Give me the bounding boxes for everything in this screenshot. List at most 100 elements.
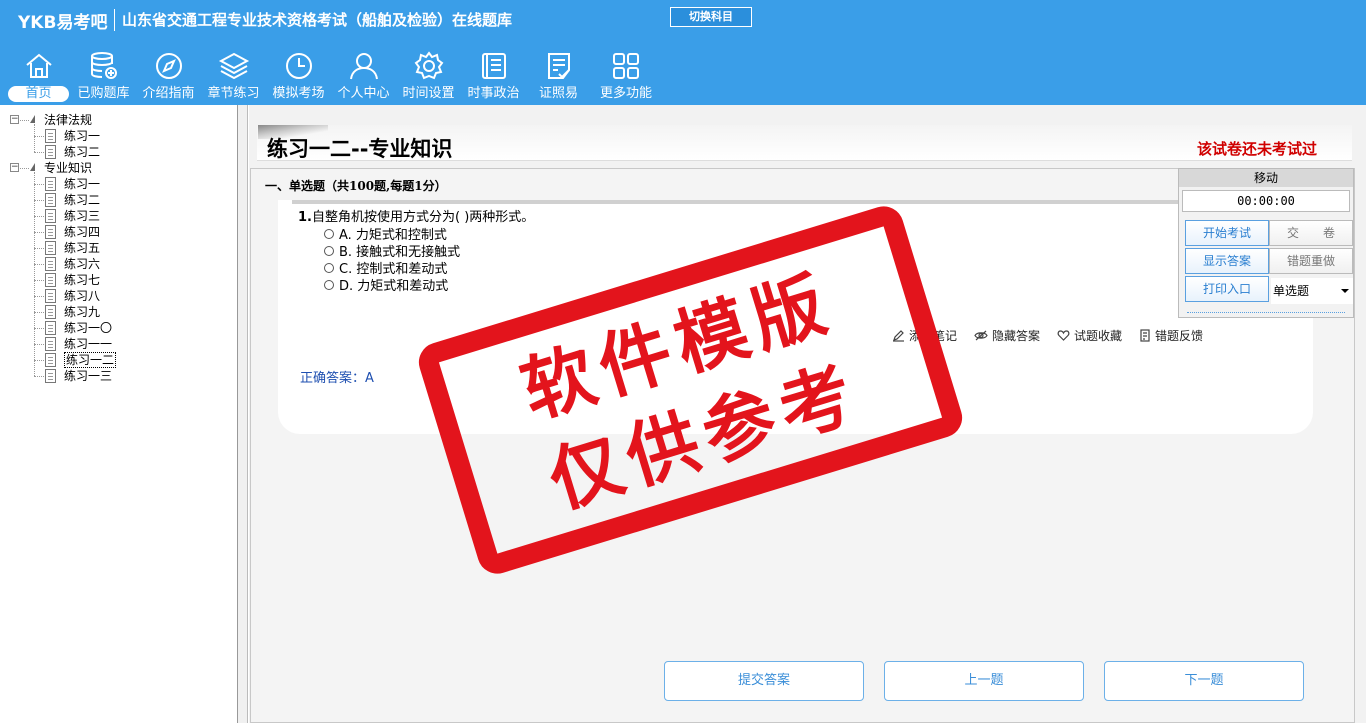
tree-item[interactable]: 练习一三 [8, 360, 116, 384]
tree-item-label: 练习六 [64, 257, 101, 271]
document-icon [45, 193, 56, 207]
hide-answer-button[interactable]: 隐藏答案 [974, 327, 1040, 344]
tree-splitter[interactable] [238, 105, 248, 723]
tree-group[interactable]: − 专业知识 [8, 160, 116, 176]
panel-move-handle[interactable]: 移动 [1179, 169, 1353, 187]
radio-button[interactable] [324, 245, 334, 256]
tree-item[interactable]: 练习七 [8, 264, 116, 288]
correct-answer: 正确答案：A [300, 367, 374, 386]
user-icon [349, 53, 378, 80]
radio-button[interactable] [324, 228, 334, 239]
tree-group-label: 法律法规 [44, 113, 93, 127]
nav-label: 个人中心 [337, 86, 390, 101]
switch-subject-button[interactable]: 切换科目 [670, 7, 752, 27]
tree-item[interactable]: 练习五 [8, 232, 116, 256]
document-icon [45, 353, 56, 367]
grid-icon [613, 53, 639, 79]
nav-label: 模拟考场 [272, 86, 325, 101]
tree-item[interactable]: 练习八 [8, 280, 116, 304]
chapter-tree: − 法律法规 练习一 练习二 − 专业知识 练习一 练习二 练习三 练习四 练习五 练习六 练习七 练习八… [8, 112, 117, 384]
tree-item-label: 练习一 [64, 129, 101, 143]
tree-item[interactable]: 练习二 [8, 184, 116, 208]
hide-answer-label: 隐藏答案 [992, 329, 1041, 343]
collapse-toggle-icon[interactable]: − [10, 163, 19, 172]
feedback-icon [1140, 329, 1150, 342]
tree-item-label: 练习一一 [64, 337, 113, 351]
tree-item[interactable]: 练习一一 [8, 328, 116, 352]
nav-chapter-practice[interactable]: 章节练习 [201, 46, 266, 104]
heart-icon [1057, 330, 1070, 341]
tree-item[interactable]: 练习二 [8, 136, 116, 160]
tree-item[interactable]: 练习一〇 [8, 312, 116, 336]
favorite-question-button[interactable]: 试题收藏 [1057, 327, 1122, 344]
radio-button[interactable] [324, 279, 334, 290]
checklist-icon [547, 53, 570, 79]
nav-certificate[interactable]: 证照易 [526, 46, 591, 104]
document-icon [45, 289, 56, 303]
start-exam-button[interactable]: 开始考试 [1185, 220, 1269, 246]
nav-label: 时间设置 [402, 86, 455, 101]
question-stem: 自整角机按使用方式分为( )两种形式。 [311, 210, 535, 225]
tree-group-label: 专业知识 [44, 161, 93, 175]
question-actions: 添加笔记 隐藏答案 试题收藏 错题反馈 [892, 327, 1220, 344]
tree-item[interactable]: 练习九 [8, 296, 116, 320]
question-card-topbar [292, 200, 1182, 204]
nav-current-affairs[interactable]: 时事政治 [461, 46, 526, 104]
print-entry-button[interactable]: 打印入口 [1185, 276, 1269, 302]
nav-purchased-banks[interactable]: 已购题库 [71, 46, 136, 104]
tree-item[interactable]: 练习六 [8, 248, 116, 272]
clock-icon [285, 53, 312, 79]
nav-personal-center[interactable]: 个人中心 [331, 46, 396, 104]
submit-paper-button[interactable]: 交 卷 [1269, 220, 1353, 246]
tree-item[interactable]: 练习四 [8, 216, 116, 240]
tree-item[interactable]: 练习一二 [8, 344, 117, 368]
tree-group[interactable]: − 法律法规 [8, 112, 116, 128]
tree-item-label: 练习五 [64, 241, 101, 255]
question-text: 1.自整角机按使用方式分为( )两种形式。 [298, 206, 534, 225]
redo-wrong-button[interactable]: 错题重做 [1269, 248, 1353, 274]
tree-item-label: 练习二 [64, 193, 101, 207]
nav-label: 章节练习 [207, 86, 260, 101]
tree-item-label: 练习一 [64, 177, 101, 191]
app-logo: YKB易考吧 [18, 13, 108, 33]
collapse-toggle-icon[interactable]: − [10, 115, 19, 124]
document-icon [45, 225, 56, 239]
correct-answer-value: A [365, 371, 374, 386]
option-d[interactable]: D. 力矩式和差动式 [324, 275, 448, 294]
nav-label: 时事政治 [467, 86, 520, 101]
document-icon [45, 209, 56, 223]
database-icon [90, 52, 117, 79]
nav-home[interactable]: 首页 [6, 46, 71, 104]
panel-scrollbar[interactable] [1187, 312, 1345, 313]
radio-button[interactable] [324, 262, 334, 273]
submit-answer-button[interactable]: 提交答案 [664, 661, 864, 701]
nav-mock-exam[interactable]: 模拟考场 [266, 46, 331, 104]
show-answer-button[interactable]: 显示答案 [1185, 248, 1269, 274]
document-icon [45, 305, 56, 319]
tree-item-label: 练习九 [64, 305, 101, 319]
error-feedback-button[interactable]: 错题反馈 [1139, 327, 1203, 344]
tree-item-label: 练习八 [64, 289, 101, 303]
tree-item[interactable]: 练习一 [8, 124, 116, 144]
document-icon [45, 241, 56, 255]
next-question-button[interactable]: 下一题 [1104, 661, 1304, 701]
nav-label: 介绍指南 [142, 86, 195, 101]
nav-guide[interactable]: 介绍指南 [136, 46, 201, 104]
nav-label: 证照易 [538, 86, 578, 101]
folder-triangle-icon [30, 115, 35, 123]
app-title: 山东省交通工程专业技术资格考试（船舶及检验）在线题库 [122, 11, 513, 29]
nav-time-settings[interactable]: 时间设置 [396, 46, 461, 104]
tree-item-label: 练习二 [64, 145, 101, 159]
nav-label: 首页 [8, 86, 69, 102]
correct-answer-label: 正确答案： [300, 371, 366, 386]
nav-more-functions[interactable]: 更多功能 [591, 46, 661, 104]
document-icon [45, 337, 56, 351]
tree-item[interactable]: 练习三 [8, 200, 116, 224]
tree-item[interactable]: 练习一 [8, 172, 116, 192]
previous-question-button[interactable]: 上一题 [884, 661, 1084, 701]
question-type-select[interactable]: 单选题 [1271, 278, 1353, 304]
section-heading: 一、单选题（共100题,每题1分） [265, 179, 447, 193]
tree-item-label: 练习七 [64, 273, 101, 287]
chapter-tree-panel: − 法律法规 练习一 练习二 − 专业知识 练习一 练习二 练习三 练习四 练习五 练习六 练习七 练习八… [0, 105, 238, 723]
document-icon [45, 321, 56, 335]
